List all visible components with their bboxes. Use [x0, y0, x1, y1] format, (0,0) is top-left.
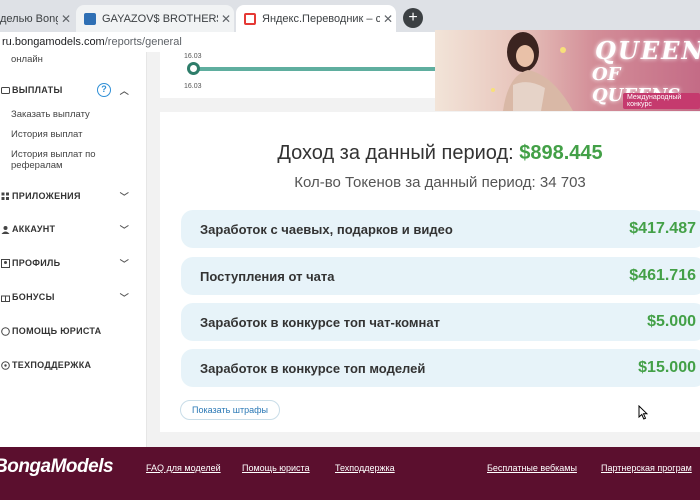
sidebar-section-label: ПРИЛОЖЕНИЯ	[12, 191, 81, 201]
footer-link-faq[interactable]: FAQ для моделей	[146, 463, 221, 473]
period-income-value: $898.445	[519, 142, 603, 164]
sidebar-item-referral-payout-history[interactable]: История выплат по рефералам	[11, 149, 106, 171]
support-icon	[0, 360, 10, 370]
sidebar-section-lawyer-help[interactable]: ПОМОЩЬ ЮРИСТА	[0, 326, 147, 336]
user-icon	[0, 224, 10, 234]
mouse-cursor-icon	[638, 405, 648, 420]
footer-link-support[interactable]: Техподдержка	[335, 463, 395, 473]
new-tab-plus-icon[interactable]: +	[403, 8, 423, 28]
sidebar-section-label: ТЕХПОДДЕРЖКА	[12, 360, 92, 370]
earnings-row-label: Заработок в конкурсе топ чат-комнат	[200, 314, 440, 330]
earnings-row-label: Заработок в конкурсе топ моделей	[200, 360, 426, 376]
browser-tab-1[interactable]: делью BongaC ✕	[0, 5, 74, 32]
earnings-row-top-models-contest[interactable]: Заработок в конкурсе топ моделей $15.000	[181, 349, 700, 387]
sidebar-section-label: ПОМОЩЬ ЮРИСТА	[12, 326, 102, 336]
earnings-row-value: $15.000	[638, 359, 696, 376]
slider-date-bottom: 16.03	[184, 83, 202, 90]
tab-close-icon[interactable]: ✕	[380, 12, 396, 26]
sidebar-item-order-payout[interactable]: Заказать выплату	[11, 109, 90, 120]
ad-title-line1: QUEEN	[595, 36, 700, 65]
period-income-label: Доход за данный период:	[277, 142, 514, 164]
chevron-down-icon: ﹀	[119, 258, 129, 269]
slider-handle[interactable]	[187, 62, 200, 75]
sidebar-section-payouts[interactable]: ВЫПЛАТЫ ︿	[0, 85, 147, 96]
ad-badge: Международный конкурс	[623, 93, 700, 109]
browser-tab-3[interactable]: Яндекс.Переводник – словарь ✕	[236, 5, 396, 32]
model-photo	[491, 32, 573, 111]
sidebar-section-label: АККАУНТ	[12, 224, 56, 234]
slider-date-top: 16.03	[184, 53, 202, 60]
url-path: /reports/general	[104, 36, 182, 48]
earnings-report-card: Доход за данный период: $898.445 Кол-во …	[160, 112, 700, 432]
tab-close-icon[interactable]: ✕	[58, 12, 74, 26]
footer-link-partner[interactable]: Партнерская програм	[601, 463, 692, 473]
sidebar-section-label: БОНУСЫ	[12, 292, 55, 302]
brand-logo[interactable]: BongaModels	[0, 456, 114, 478]
pause-favicon-icon	[84, 12, 96, 25]
sidebar-section-label: ВЫПЛАТЫ	[12, 85, 63, 95]
gift-icon	[0, 292, 10, 302]
footer: BongaModels FAQ для моделей Помощь юрист…	[0, 447, 700, 500]
tab-title: GAYAZOV$ BROTHER$ - По	[102, 12, 218, 25]
profile-icon	[0, 258, 10, 268]
chevron-down-icon: ﹀	[119, 292, 129, 303]
earnings-row-chat[interactable]: Поступления от чата $461.716	[181, 257, 700, 295]
earnings-row-value: $417.487	[629, 220, 696, 237]
sidebar-section-apps[interactable]: ПРИЛОЖЕНИЯ ﹀	[0, 191, 147, 202]
show-penalties-button[interactable]: Показать штрафы	[180, 400, 280, 420]
earnings-row-tips[interactable]: Заработок с чаевых, подарков и видео $41…	[181, 210, 700, 248]
scales-icon	[0, 326, 10, 336]
period-income: Доход за данный период: $898.445	[160, 142, 700, 165]
sidebar-item-payout-history[interactable]: История выплат	[11, 129, 82, 140]
earnings-row-label: Заработок с чаевых, подарков и видео	[200, 221, 453, 237]
chevron-up-icon: ︿	[119, 85, 129, 96]
chevron-down-icon: ﹀	[119, 224, 129, 235]
yandex-favicon-icon	[244, 12, 256, 25]
chevron-down-icon: ﹀	[119, 191, 129, 202]
help-icon[interactable]: ?	[97, 83, 111, 97]
sidebar-section-account[interactable]: АККАУНТ ﹀	[0, 224, 147, 235]
sidebar-section-support[interactable]: ТЕХПОДДЕРЖКА	[0, 360, 147, 370]
earnings-row-label: Поступления от чата	[200, 268, 335, 284]
earnings-row-top-rooms-contest[interactable]: Заработок в конкурсе топ чат-комнат $5.0…	[181, 303, 700, 341]
sidebar-item-online[interactable]: онлайн	[11, 54, 43, 65]
wallet-icon	[0, 85, 10, 95]
tab-title: делью BongaC	[0, 12, 58, 25]
sidebar-section-profile[interactable]: ПРОФИЛЬ ﹀	[0, 258, 147, 269]
tab-close-icon[interactable]: ✕	[218, 12, 234, 26]
grid-icon	[0, 191, 10, 201]
sidebar: онлайн ВЫПЛАТЫ ︿ ? Заказать выплату Исто…	[0, 52, 147, 447]
browser-tab-2[interactable]: GAYAZOV$ BROTHER$ - По ✕	[76, 5, 234, 32]
tab-title: Яндекс.Переводник – словарь	[262, 12, 380, 25]
earnings-row-value: $5.000	[647, 313, 696, 330]
browser-tab-strip: делью BongaC ✕ GAYAZOV$ BROTHER$ - По ✕ …	[0, 0, 700, 32]
slider-track[interactable]	[195, 67, 440, 71]
sidebar-section-label: ПРОФИЛЬ	[12, 258, 61, 268]
sidebar-section-bonuses[interactable]: БОНУСЫ ﹀	[0, 292, 147, 303]
url-host: ru.bongamodels.com	[2, 36, 105, 48]
footer-link-free-webcams[interactable]: Бесплатные вебкамы	[487, 463, 577, 473]
earnings-row-value: $461.716	[629, 267, 696, 284]
footer-link-lawyer[interactable]: Помощь юриста	[242, 463, 310, 473]
ad-banner[interactable]: QUEEN OF QUEENS Международный конкурс	[435, 30, 700, 111]
period-tokens: Кол-во Токенов за данный период: 34 703	[294, 174, 586, 191]
